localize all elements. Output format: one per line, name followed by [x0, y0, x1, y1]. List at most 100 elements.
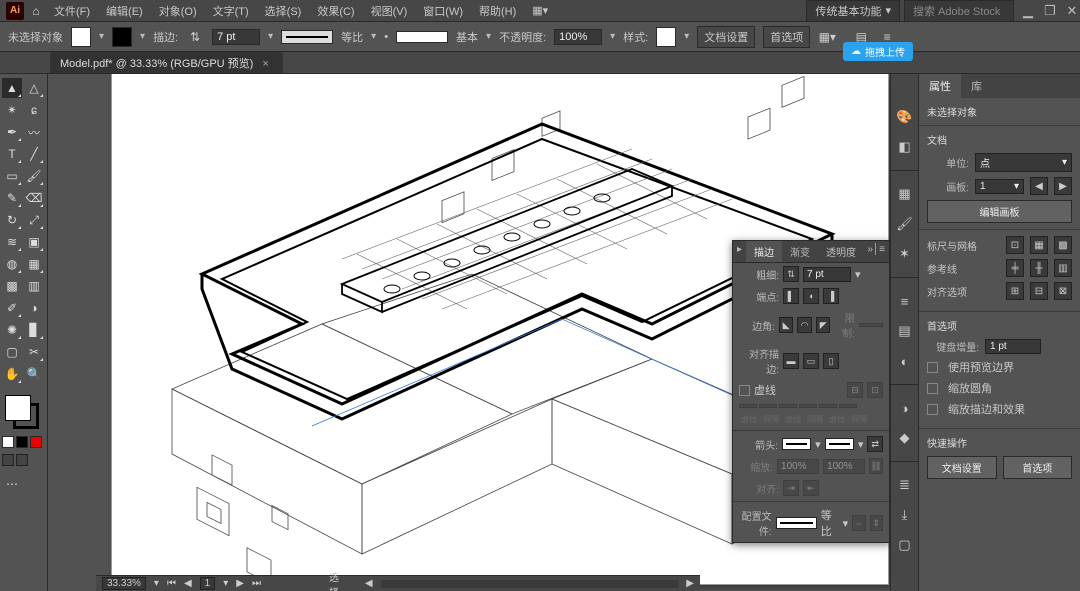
search-stock-input[interactable]: 搜索 Adobe Stock [904, 0, 1014, 22]
align-stroke-center-icon[interactable]: ▬ [783, 353, 799, 369]
menu-edit[interactable]: 编辑(E) [100, 1, 149, 21]
window-close-icon[interactable]: ✕ [1064, 3, 1080, 19]
artboards-panel-icon[interactable]: ▢ [896, 536, 914, 554]
fill-color[interactable] [5, 395, 31, 421]
dash-1[interactable] [739, 404, 757, 408]
opacity-input[interactable]: 100% [554, 29, 602, 45]
color-mode-none[interactable] [30, 436, 42, 448]
gradient-tab[interactable]: 渐变 [782, 241, 818, 262]
stroke-swatch[interactable] [112, 27, 132, 47]
workspace-switcher[interactable]: 传统基本功能▾ [806, 0, 900, 22]
line-segment-tool[interactable]: ╱ [24, 144, 44, 164]
symbols-panel-icon[interactable]: ✶ [896, 245, 914, 263]
scale-tool[interactable]: ⤢ [24, 210, 44, 230]
zoom-tool[interactable]: 🔍 [24, 364, 44, 384]
snap-point-icon[interactable]: ⊟ [1030, 282, 1048, 300]
stroke-profile-swatch[interactable] [281, 30, 333, 44]
arrow-scale-end[interactable]: 100% [823, 459, 865, 474]
stroke-panel-icon[interactable]: ≡ [896, 292, 914, 310]
shaper-tool[interactable]: ✎ [2, 188, 22, 208]
align-stroke-outside-icon[interactable]: ▯ [823, 353, 839, 369]
arrow-start-swatch[interactable] [782, 438, 811, 450]
color-mode-color[interactable] [2, 436, 14, 448]
paintbrush-tool[interactable]: 🖌 [24, 166, 44, 186]
menu-help[interactable]: 帮助(H) [473, 1, 522, 21]
weight-input[interactable]: 7 pt [803, 267, 851, 282]
close-tab-icon[interactable]: × [262, 58, 268, 70]
menu-type[interactable]: 文字(T) [207, 1, 255, 21]
panel-collapse-icon[interactable]: ▸ [733, 241, 746, 262]
asset-export-icon[interactable]: ⤓ [896, 506, 914, 524]
use-preview-bounds-checkbox[interactable] [927, 362, 938, 373]
ruler-icon[interactable]: ⊡ [1006, 236, 1024, 254]
arrow-align-tip-icon[interactable]: ⇥ [783, 480, 799, 496]
perspective-grid-tool[interactable]: ▦ [24, 254, 44, 274]
unit-select[interactable]: 点▾ [975, 153, 1072, 172]
mesh-tool[interactable]: ▩ [2, 276, 22, 296]
direct-selection-tool[interactable]: △ [24, 78, 44, 98]
brushes-panel-icon[interactable]: 🖌 [896, 215, 914, 233]
smart-guides-icon[interactable]: ▥ [1054, 259, 1072, 277]
window-restore-icon[interactable]: ❐ [1042, 3, 1058, 19]
grid-icon[interactable]: ▦ [1030, 236, 1048, 254]
curvature-tool[interactable]: 〰 [24, 122, 44, 142]
type-tool[interactable]: T [2, 144, 22, 164]
artboard-nav-next-icon[interactable]: ▶ [236, 578, 244, 589]
artboard-index[interactable]: 1 [200, 577, 216, 590]
blend-tool[interactable]: ◑ [24, 298, 44, 318]
scale-corners-checkbox[interactable] [927, 383, 938, 394]
flip-along-icon[interactable]: ⇔ [852, 515, 865, 531]
color-panel-icon[interactable]: 🎨 [896, 108, 914, 126]
snap-pixel-icon[interactable]: ⊞ [1006, 282, 1024, 300]
flip-across-icon[interactable]: ⇕ [870, 515, 883, 531]
brush-swatch[interactable] [396, 31, 448, 43]
swap-arrows-icon[interactable]: ⇄ [867, 436, 883, 452]
scroll-left-icon[interactable]: ◀ [365, 578, 373, 589]
quick-doc-settings-button[interactable]: 文档设置 [927, 456, 997, 479]
profile-swatch[interactable] [776, 517, 817, 529]
swatches-panel-icon[interactable]: ▦ [896, 185, 914, 203]
artboard-tool[interactable]: ▢ [2, 342, 22, 362]
stroke-tab[interactable]: 描边 [746, 241, 782, 262]
stroke-weight-input[interactable]: 7 pt [212, 29, 260, 45]
gradient-tool[interactable]: ▥ [24, 276, 44, 296]
home-icon[interactable]: ⌂ [28, 3, 44, 19]
edit-artboards-button[interactable]: 编辑画板 [927, 200, 1072, 223]
artboard-select[interactable]: 1▾ [975, 179, 1024, 194]
selection-tool[interactable]: ▲ [2, 78, 22, 98]
preferences-button[interactable]: 首选项 [763, 26, 810, 48]
scale-strokes-checkbox[interactable] [927, 404, 938, 415]
graphic-style-swatch[interactable] [656, 27, 676, 47]
menu-select[interactable]: 选择(S) [259, 1, 308, 21]
eraser-tool[interactable]: ⌫ [24, 188, 44, 208]
menu-view[interactable]: 视图(V) [365, 1, 414, 21]
transparency-grid-icon[interactable]: ▩ [1054, 236, 1072, 254]
show-guides-icon[interactable]: ╪ [1006, 259, 1024, 277]
arrow-scale-start[interactable]: 100% [777, 459, 819, 474]
edit-toolbar-icon[interactable]: ⋯ [2, 474, 22, 494]
artboard-nav-prev-icon[interactable]: ◀ [184, 578, 192, 589]
gradient-panel-icon[interactable]: ▤ [896, 322, 914, 340]
h-scrollbar[interactable] [381, 580, 679, 588]
dash-align-icon[interactable]: ⊡ [867, 382, 883, 398]
free-transform-tool[interactable]: ▣ [24, 232, 44, 252]
screen-mode-normal[interactable] [2, 454, 14, 466]
dashed-checkbox[interactable] [739, 385, 750, 396]
magic-wand-tool[interactable]: ✴ [2, 100, 22, 120]
symbol-sprayer-tool[interactable]: ✺ [2, 320, 22, 340]
panel-menu-icon[interactable]: »│≡ [867, 244, 885, 255]
stroke-weight-stepper[interactable]: ⇅ [186, 28, 204, 46]
screen-mode-full[interactable] [16, 454, 28, 466]
rotate-tool[interactable]: ↻ [2, 210, 22, 230]
quick-preferences-button[interactable]: 首选项 [1003, 456, 1073, 479]
menu-object[interactable]: 对象(O) [153, 1, 203, 21]
corner-miter-icon[interactable]: ◣ [779, 317, 794, 333]
key-increment-input[interactable]: 1 pt [985, 339, 1041, 354]
transparency-panel-icon[interactable]: ◐ [896, 352, 914, 370]
color-proxy[interactable] [2, 392, 42, 432]
align-stroke-inside-icon[interactable]: ▭ [803, 353, 819, 369]
graphic-styles-icon[interactable]: ◆ [896, 429, 914, 447]
menu-extra[interactable]: ▦▾ [526, 2, 554, 19]
zoom-field[interactable]: 33.33% [102, 577, 146, 590]
color-guide-icon[interactable]: ◧ [896, 138, 914, 156]
